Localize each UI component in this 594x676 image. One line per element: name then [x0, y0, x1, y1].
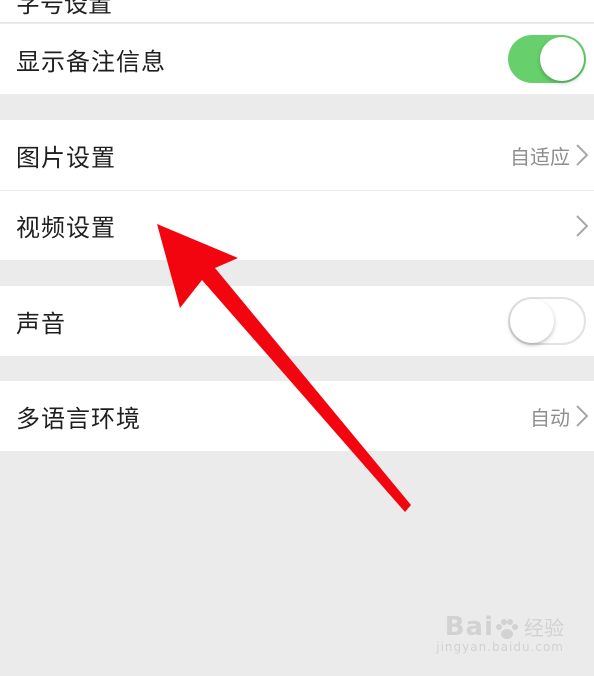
paw-icon: [496, 619, 518, 639]
settings-group-language: 多语言环境 自动: [0, 381, 594, 451]
image-settings-row[interactable]: 图片设置 自适应: [0, 120, 594, 190]
sound-label: 声音: [16, 309, 66, 338]
watermark-brand: Bai: [444, 611, 494, 642]
video-settings-label: 视频设置: [16, 214, 116, 242]
settings-group-sound: 声音: [0, 286, 594, 356]
chevron-right-icon: [576, 405, 589, 427]
language-label: 多语言环境: [16, 404, 141, 433]
language-value: 自动: [530, 405, 570, 430]
chevron-right-icon: [576, 214, 589, 237]
watermark-url: jingyan.baidu.com: [436, 640, 564, 654]
show-notes-row[interactable]: 显示备注信息: [0, 24, 594, 94]
toggle-knob: [510, 299, 554, 343]
toggle-knob: [540, 37, 584, 81]
image-settings-label: 图片设置: [16, 143, 116, 172]
show-notes-label: 显示备注信息: [16, 47, 166, 76]
settings-group-display: 显示备注信息: [0, 24, 594, 94]
image-settings-value: 自适应: [510, 144, 570, 169]
settings-group-media: 图片设置 自适应 视频设置: [0, 120, 594, 260]
watermark-brand-cn: 经验: [524, 615, 564, 640]
previous-settings-row[interactable]: 字号设置: [0, 0, 594, 23]
sound-toggle[interactable]: [508, 297, 586, 345]
show-notes-toggle[interactable]: [508, 35, 586, 83]
sound-row[interactable]: 声音: [0, 286, 594, 356]
chevron-right-icon: [576, 144, 589, 166]
previous-row-label: 字号设置: [16, 0, 112, 18]
video-settings-row[interactable]: 视频设置: [0, 190, 594, 260]
baidu-jingyan-watermark: Bai 经验 jingyan.baidu.com: [436, 612, 564, 655]
language-row[interactable]: 多语言环境 自动: [0, 381, 594, 451]
